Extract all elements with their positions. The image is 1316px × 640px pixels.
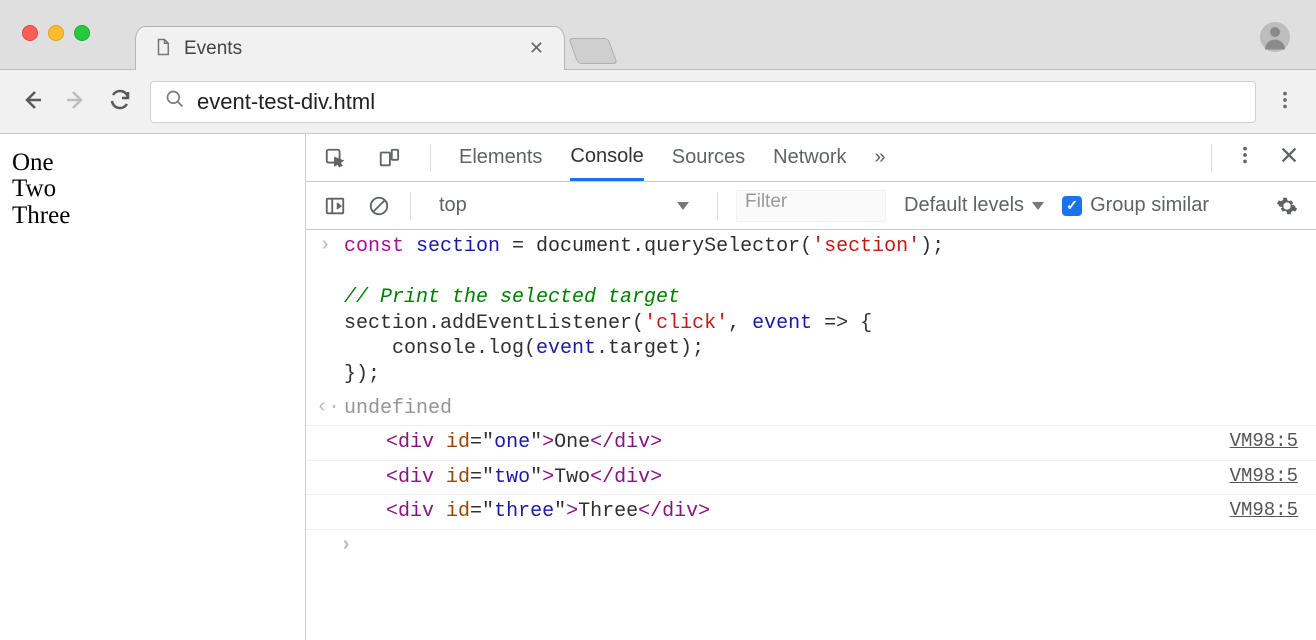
forward-button[interactable] — [62, 88, 90, 115]
window-maximize-button[interactable] — [74, 25, 90, 41]
window-close-button[interactable] — [22, 25, 38, 41]
group-similar-toggle[interactable]: ✓ Group similar — [1062, 194, 1209, 217]
toggle-sidebar-icon[interactable] — [322, 195, 348, 217]
tab-sources[interactable]: Sources — [672, 134, 745, 181]
browser-titlebar: Events ✕ — [0, 0, 1316, 70]
inspect-element-icon[interactable] — [322, 147, 348, 169]
address-bar[interactable]: event-test-div.html — [150, 81, 1256, 123]
console-input-row[interactable]: › const section = document.querySelector… — [306, 230, 1316, 392]
close-tab-icon[interactable]: ✕ — [529, 38, 544, 59]
devtools-tabbar: Elements Console Sources Network » — [306, 134, 1316, 182]
console-log-row[interactable]: <div id="one">One</div> VM98:5 — [306, 425, 1316, 460]
page-viewport: One Two Three — [0, 134, 305, 640]
logged-element[interactable]: <div id="two">Two</div> — [386, 465, 662, 491]
console-settings-icon[interactable] — [1274, 195, 1300, 217]
context-label: top — [439, 194, 467, 217]
console-input-code: const section = document.querySelector('… — [344, 234, 944, 388]
file-icon — [154, 38, 172, 60]
chrome-menu-icon[interactable] — [1272, 89, 1298, 114]
tab-network[interactable]: Network — [773, 134, 846, 181]
url-text: event-test-div.html — [197, 89, 1241, 115]
page-item-two[interactable]: Two — [12, 176, 293, 202]
log-levels-select[interactable]: Default levels — [904, 194, 1044, 217]
separator — [430, 144, 431, 172]
devtools-panel: Elements Console Sources Network » — [305, 134, 1316, 640]
clear-console-icon[interactable] — [366, 195, 392, 217]
execution-context-select[interactable]: top — [429, 189, 699, 223]
console-body: › const section = document.querySelector… — [306, 230, 1316, 640]
window-minimize-button[interactable] — [48, 25, 64, 41]
filter-input[interactable]: Filter — [736, 190, 886, 222]
tabstrip: Events ✕ — [135, 0, 613, 70]
new-tab-button[interactable] — [568, 38, 617, 64]
search-icon — [165, 89, 185, 115]
logged-element[interactable]: <div id="three">Three</div> — [386, 499, 710, 525]
tab-console[interactable]: Console — [570, 134, 643, 181]
tab-elements[interactable]: Elements — [459, 134, 542, 181]
console-return-row: ‹· undefined — [306, 392, 1316, 426]
output-indicator-icon: ‹· — [316, 396, 334, 419]
group-similar-label: Group similar — [1090, 194, 1209, 217]
source-link[interactable]: VM98:5 — [1230, 430, 1298, 452]
devtools-close-icon[interactable] — [1278, 144, 1300, 172]
console-toolbar: top Filter Default levels ✓ Group simila… — [306, 182, 1316, 230]
separator — [1211, 144, 1212, 172]
console-prompt-row[interactable]: › — [306, 529, 1316, 564]
chevron-down-icon — [677, 202, 689, 210]
device-toolbar-icon[interactable] — [376, 147, 402, 169]
input-prompt-icon: › — [316, 234, 334, 257]
logged-element[interactable]: <div id="one">One</div> — [386, 430, 662, 456]
traffic-lights — [0, 0, 90, 41]
levels-label: Default levels — [904, 194, 1024, 217]
tab-title: Events — [184, 38, 517, 60]
devtools-menu-icon[interactable] — [1234, 144, 1256, 172]
back-button[interactable] — [18, 88, 46, 115]
source-link[interactable]: VM98:5 — [1230, 465, 1298, 487]
reload-button[interactable] — [106, 88, 134, 115]
prompt-icon: › — [316, 534, 376, 557]
browser-tab[interactable]: Events ✕ — [135, 26, 565, 70]
chevron-down-icon — [1032, 202, 1044, 210]
content-area: One Two Three Elements Console Sources N… — [0, 134, 1316, 640]
separator — [717, 192, 718, 220]
return-value: undefined — [344, 397, 452, 420]
tab-overflow[interactable]: » — [875, 134, 886, 181]
console-log-row[interactable]: <div id="three">Three</div> VM98:5 — [306, 494, 1316, 529]
console-log-row[interactable]: <div id="two">Two</div> VM98:5 — [306, 460, 1316, 495]
separator — [410, 192, 411, 220]
page-item-one[interactable]: One — [12, 150, 293, 176]
page-item-three[interactable]: Three — [12, 203, 293, 229]
checkbox-checked-icon[interactable]: ✓ — [1062, 196, 1082, 216]
source-link[interactable]: VM98:5 — [1230, 499, 1298, 521]
profile-avatar-icon[interactable] — [1260, 22, 1290, 52]
browser-toolbar: event-test-div.html — [0, 70, 1316, 134]
